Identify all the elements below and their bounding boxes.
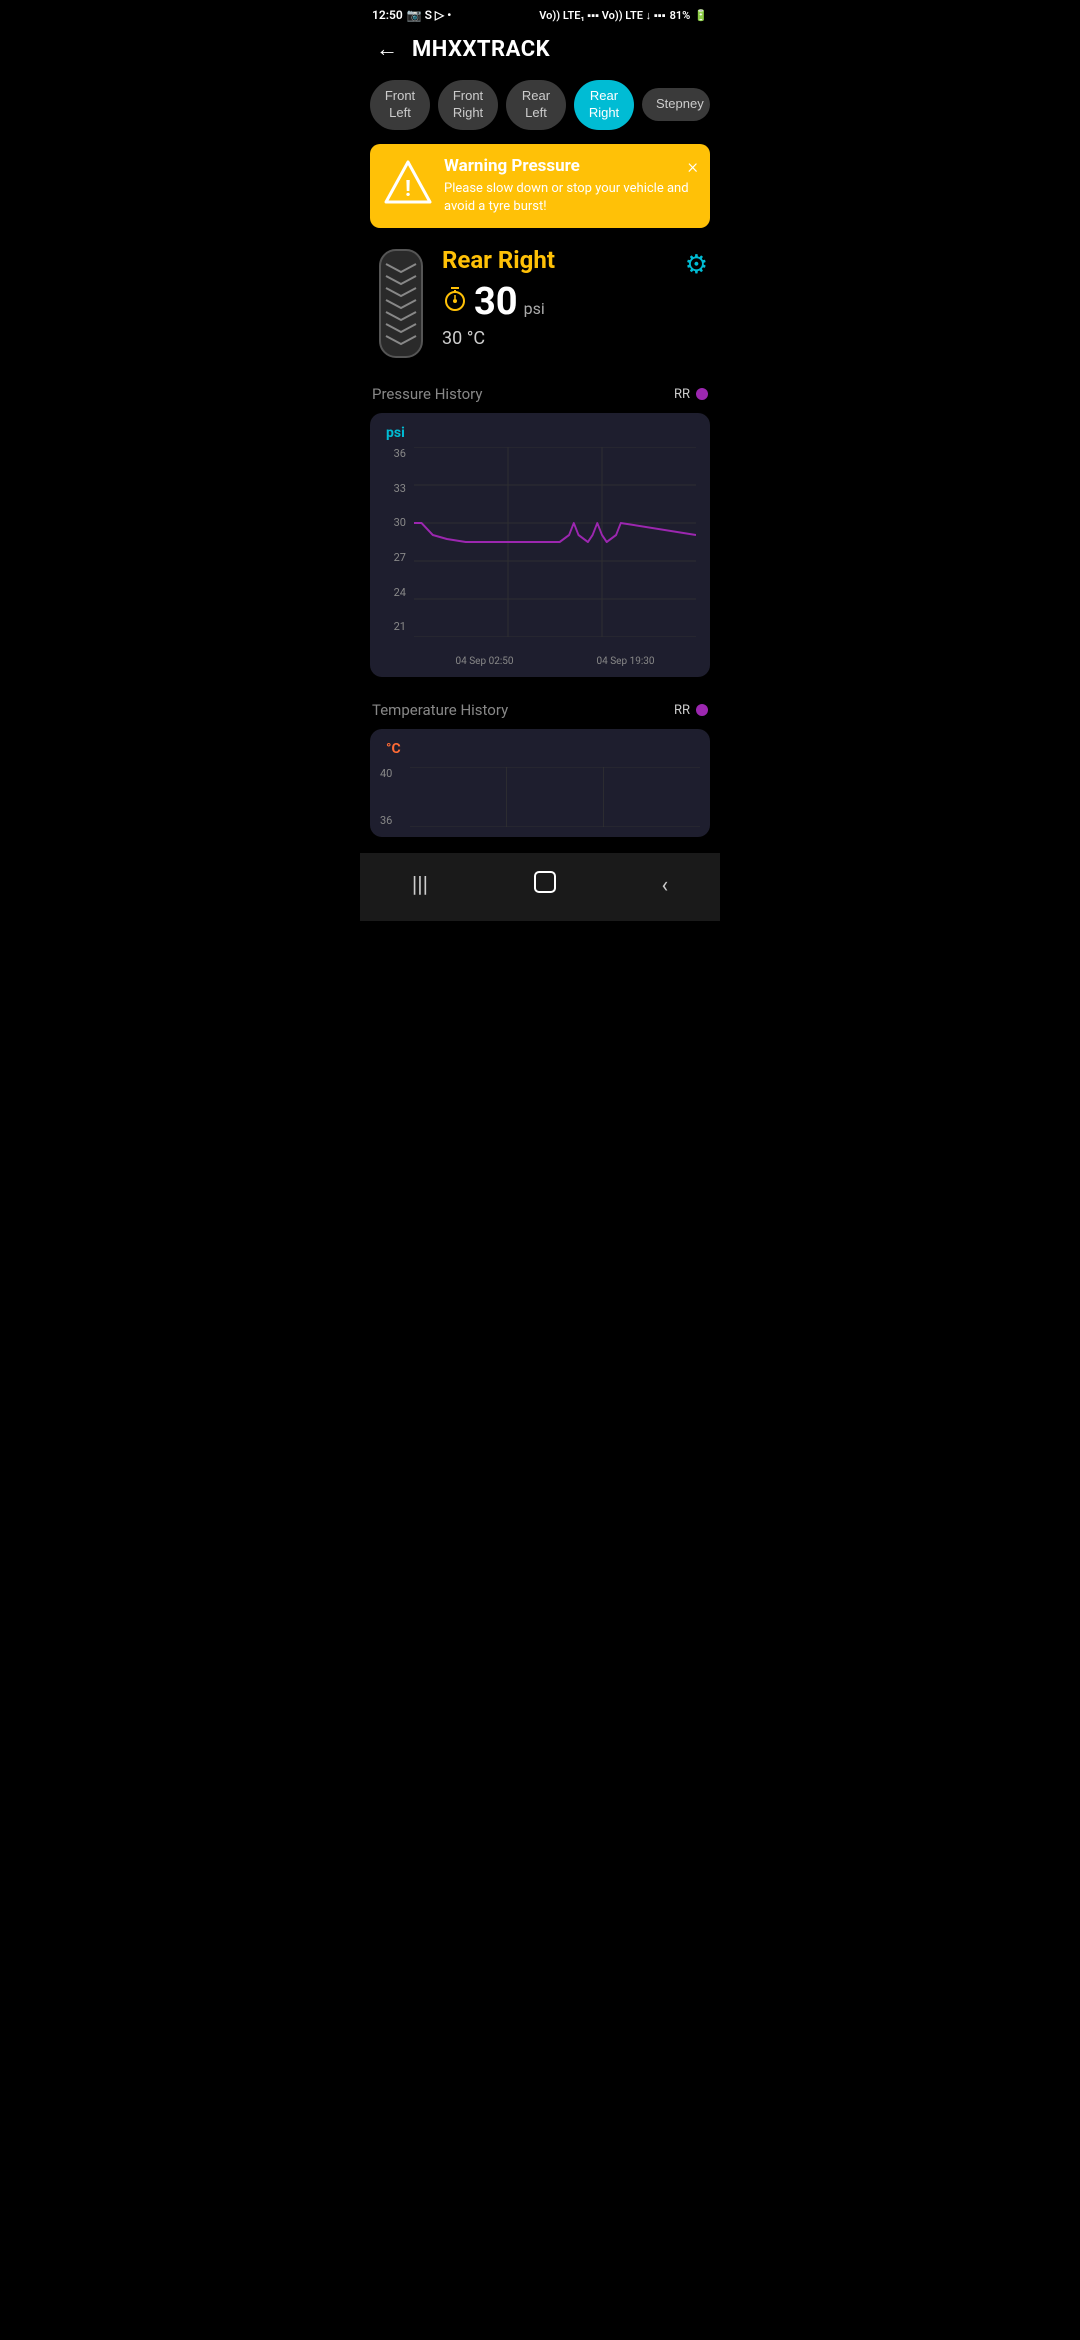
page-title: MHXXTRACK [412, 37, 550, 62]
warning-title: Warning Pressure [444, 156, 696, 176]
status-bar: 12:50 📷 S ▷ • Vo)) LTE₁ ▪▪▪ Vo)) LTE ↓ ▪… [360, 0, 720, 26]
settings-button[interactable]: ⚙ [685, 250, 708, 280]
back-button[interactable]: ← [376, 36, 398, 62]
svg-text:!: ! [405, 177, 411, 202]
warning-icon: ! [384, 158, 432, 213]
temperature-history-header: Temperature History RR [360, 693, 720, 729]
y-label-30: 30 [380, 516, 410, 529]
y-label-36: 36 [380, 447, 410, 460]
temperature-chart-ylabel: °C [380, 741, 700, 757]
status-right: Vo)) LTE₁ ▪▪▪ Vo)) LTE ↓ ▪▪▪ 81% 🔋 [539, 9, 708, 22]
y-label-24: 24 [380, 586, 410, 599]
pressure-history-title: Pressure History [372, 385, 482, 403]
pressure-y-labels: 36 33 30 27 24 21 [380, 447, 410, 637]
pressure-history-header: Pressure History RR [360, 377, 720, 413]
y-label-27: 27 [380, 551, 410, 564]
warning-close-button[interactable]: × [688, 154, 698, 178]
pressure-chart-area: 36 33 30 27 24 21 [380, 447, 700, 667]
warning-text: Warning Pressure Please slow down or sto… [444, 156, 696, 216]
temperature-chart-card: °C 40 36 [370, 729, 710, 837]
status-left: 12:50 📷 S ▷ • [372, 8, 451, 22]
y-label-21: 21 [380, 620, 410, 633]
temperature-legend-label: RR [674, 703, 690, 718]
x-label-2: 04 Sep 19:30 [597, 656, 655, 667]
signal-info: Vo)) LTE₁ ▪▪▪ Vo)) LTE ↓ ▪▪▪ [539, 9, 665, 22]
tab-front-left[interactable]: FrontLeft [370, 80, 430, 130]
pressure-legend: RR [674, 387, 708, 402]
temperature-legend-dot [696, 704, 708, 716]
pressure-x-labels: 04 Sep 02:50 04 Sep 19:30 [414, 643, 696, 667]
bottom-nav: ||| ‹ [360, 853, 720, 921]
warning-description: Please slow down or stop your vehicle an… [444, 180, 696, 216]
temperature-history-title: Temperature History [372, 701, 508, 719]
tyre-name: Rear Right [442, 246, 555, 274]
temperature-value: 30 °C [442, 328, 555, 349]
temp-y-40: 40 [380, 767, 410, 780]
pressure-legend-label: RR [674, 387, 690, 402]
pressure-chart-card: psi 36 33 30 27 24 21 [370, 413, 710, 677]
temperature-chart-plot [410, 767, 700, 827]
status-icons: 📷 S ▷ • [407, 8, 452, 22]
pressure-value: 30 [474, 280, 518, 324]
pressure-row: 30 psi [442, 280, 555, 324]
temp-y-36: 36 [380, 814, 410, 827]
pressure-chart-ylabel: psi [380, 425, 700, 441]
tyre-icon [372, 246, 430, 365]
temperature-chart-area: 40 36 [380, 763, 700, 827]
tab-rear-left[interactable]: RearLeft [506, 80, 566, 130]
x-label-1: 04 Sep 02:50 [456, 656, 514, 667]
pressure-legend-dot [696, 388, 708, 400]
battery-level: 81% [670, 9, 691, 22]
status-time: 12:50 [372, 8, 403, 22]
tyre-info-card: Rear Right 30 psi 30 [360, 242, 720, 377]
tyre-data: Rear Right 30 psi 30 [442, 246, 708, 349]
nav-back-button[interactable]: ‹ [642, 869, 689, 902]
nav-menu-button[interactable]: ||| [392, 869, 448, 902]
warning-banner: ! Warning Pressure Please slow down or s… [370, 144, 710, 228]
tab-front-right[interactable]: FrontRight [438, 80, 498, 130]
pressure-chart-plot [414, 447, 696, 637]
y-label-33: 33 [380, 482, 410, 495]
tabs-container: FrontLeft FrontRight RearLeft RearRight … [360, 76, 720, 144]
tab-stepney[interactable]: Stepney [642, 88, 710, 121]
battery-icon: 🔋 [694, 9, 708, 22]
temperature-legend: RR [674, 703, 708, 718]
temperature-y-labels: 40 36 [380, 767, 410, 827]
pressure-sensor-icon [442, 287, 468, 318]
app-header: ← MHXXTRACK [360, 26, 720, 76]
tab-rear-right[interactable]: RearRight [574, 80, 634, 130]
nav-home-button[interactable] [512, 865, 578, 905]
pressure-unit: psi [524, 299, 545, 318]
